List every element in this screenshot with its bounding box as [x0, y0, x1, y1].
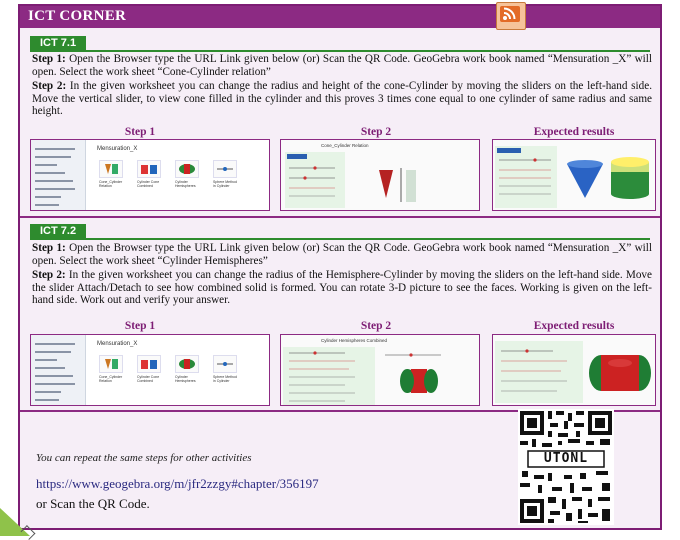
tile-label: Cone_Cylinder Relation [99, 375, 123, 383]
step2-label: Step 2: [32, 269, 66, 281]
step1-label: Step 1: [32, 242, 66, 254]
tag-underline [30, 238, 650, 240]
ict-7-2-section: ICT 7.2 Step 1: Open the Browser type th… [20, 6, 660, 406]
tile-cone-cylinder[interactable] [99, 355, 123, 373]
tile-cylinder-cone[interactable] [137, 355, 161, 373]
expected-results-screenshot [492, 334, 656, 406]
caption-step2: Step 2 [360, 320, 392, 332]
step2-screenshot: Cylinder Hemispheres Combined [280, 334, 480, 406]
geogebra-link[interactable]: https://www.geogebra.org/m/jfr2zzgy#chap… [36, 476, 319, 492]
repeat-note: You can repeat the same steps for other … [36, 452, 252, 464]
tile-sphere-method[interactable] [213, 355, 237, 373]
tile-cylinder-hemispheres[interactable] [175, 355, 199, 373]
ict-7-2-tag: ICT 7.2 [30, 224, 87, 238]
caption-expected: Expected results [533, 320, 615, 332]
worksheet-title: Cylinder Hemispheres Combined [321, 338, 388, 343]
step2-text: In the given worksheet you can change th… [32, 269, 652, 307]
ict-corner-panel: ICT CORNER ICT 7.1 Step 1: Open the Brow… [18, 2, 662, 530]
workbook-title: Mensuration_X [97, 341, 138, 347]
qr-label: UTONL [543, 451, 589, 466]
tile-label: Cylinder Hemispheres [175, 375, 196, 383]
tile-label: Sphere Method in Cylinder [213, 375, 237, 383]
caption-step1: Step 1 [124, 320, 156, 332]
step1-text: Open the Browser type the URL Link given… [32, 242, 652, 267]
step1-screenshot: Mensuration_X Cone_Cylinder Relation Cyl… [30, 334, 270, 406]
workbook-sidebar [31, 335, 86, 405]
scan-qr-text: or Scan the QR Code. [36, 496, 150, 511]
tile-label: Cylinder Cone Combined [137, 375, 160, 383]
ict-7-2-step2: Step 2: In the given worksheet you can c… [32, 269, 652, 307]
section-divider [20, 216, 660, 218]
qr-code[interactable]: UTONL [518, 409, 614, 525]
ict-7-2-step1: Step 1: Open the Browser type the URL Li… [32, 242, 652, 267]
